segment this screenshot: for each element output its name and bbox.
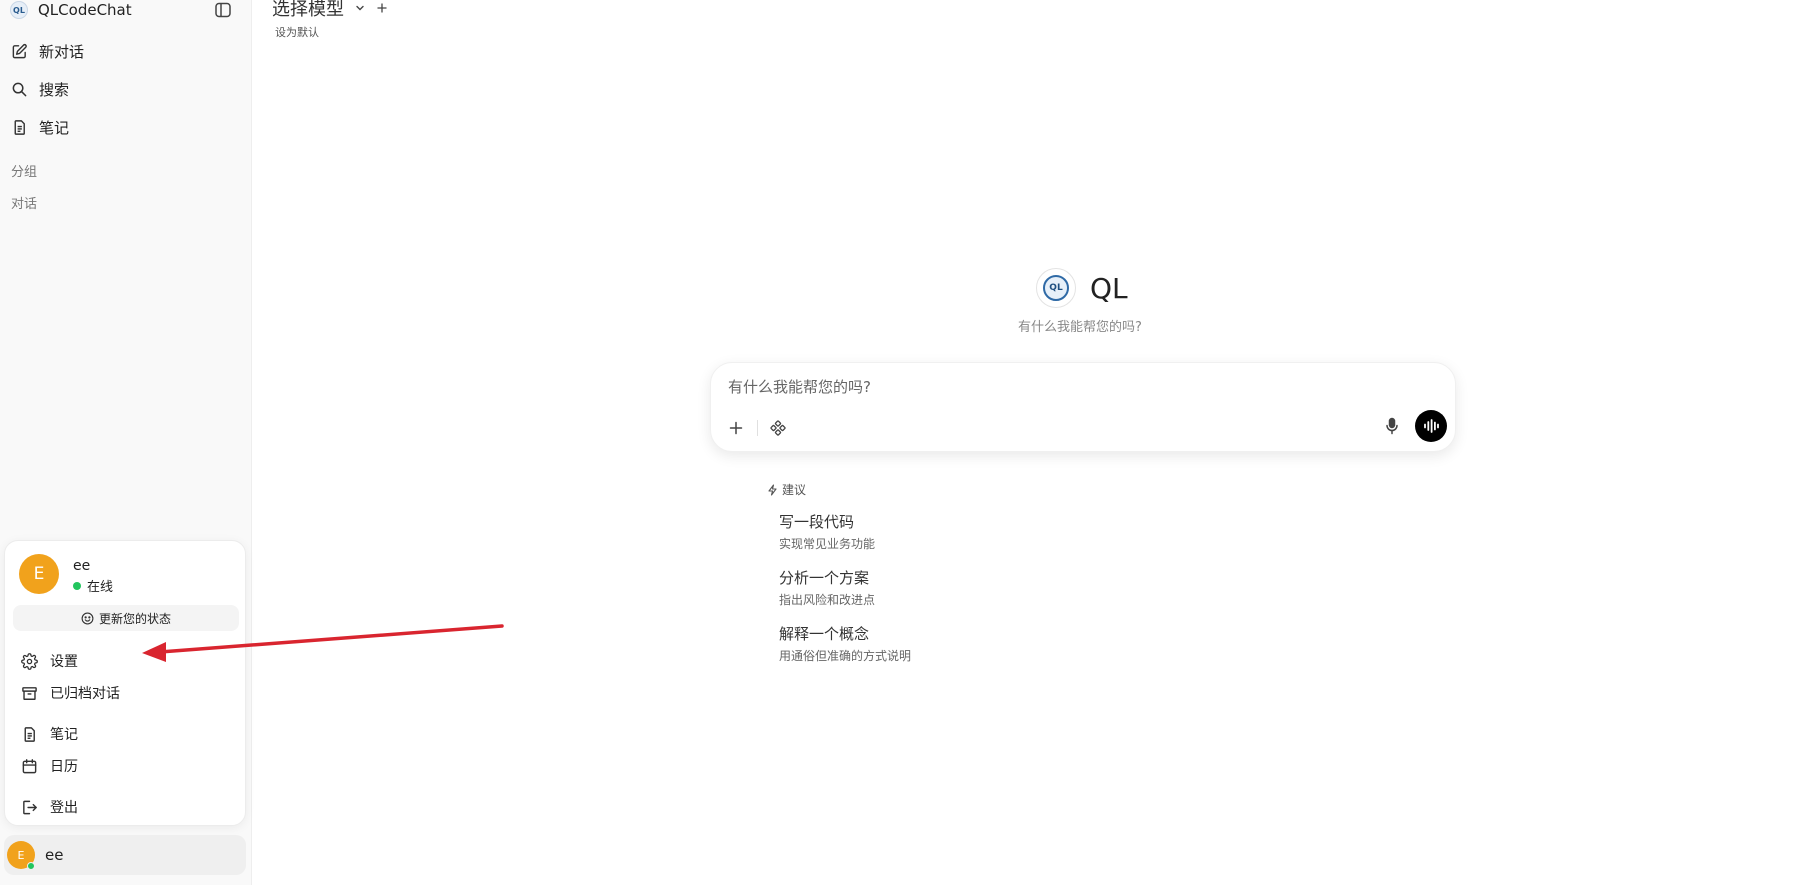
menu-item-archived-chats[interactable]: 已归档对话 [20,682,120,704]
section-chats[interactable]: 对话 [11,193,37,212]
user-status-label: 在线 [87,580,114,595]
sidebar-toggle-button[interactable] [212,0,234,20]
suggestion-desc: 实现常见业务功能 [779,537,876,551]
sidebar-item-search[interactable]: 搜索 [10,76,69,102]
suggestion-item[interactable]: 分析一个方案 指出风险和改进点 [779,567,875,608]
suggestions-header-label: 建议 [782,483,807,497]
update-status-label: 更新您的状态 [98,611,171,626]
menu-item-label: 笔记 [50,727,78,743]
search-icon [10,80,28,98]
model-logo-icon: QL [1036,268,1076,308]
sidebar-item-label: 笔记 [39,118,70,137]
lightning-icon [768,483,777,496]
section-groups[interactable]: 分组 [11,161,37,180]
menu-item-label: 登出 [50,800,78,816]
sidebar-item-notes[interactable]: 笔记 [10,114,69,140]
brand[interactable]: QL QLCodeChat [10,0,132,20]
set-default-button[interactable]: 设为默认 [275,24,319,40]
suggestion-title: 解释一个概念 [779,625,870,643]
sidebar-item-label: 新对话 [39,42,85,61]
user-status: 在线 [73,576,113,595]
plus-icon [729,421,743,435]
model-selector[interactable]: 选择模型 [272,0,388,20]
user-name: ee [45,846,64,864]
avatar: E [19,554,59,594]
waveform-icon [1424,419,1439,433]
tools-button[interactable] [765,415,791,441]
smiley-icon [81,612,94,624]
user-name: ee [73,558,91,574]
composer [710,362,1456,452]
menu-item-label: 已归档对话 [50,686,120,702]
sidebar-item-label: 搜索 [39,80,70,99]
online-dot-icon [73,581,81,590]
update-status-button[interactable]: 更新您的状态 [13,605,239,631]
notes-icon [10,118,28,136]
hero: QL QL [1036,268,1128,308]
calendar-icon [20,757,38,775]
archive-icon [20,684,38,702]
menu-item-notes[interactable]: 笔记 [20,723,78,745]
add-model-icon[interactable] [376,2,388,14]
sidebar-item-new-chat[interactable]: 新对话 [10,38,84,64]
suggestion-title: 分析一个方案 [779,569,870,587]
ql-logo-icon: QL [1043,275,1069,301]
menu-item-label: 设置 [50,654,78,670]
hero-subtitle: 有什么我能帮您的吗? [1018,320,1142,335]
sidebar-panel-icon [215,2,231,18]
voice-mode-button[interactable] [1415,410,1447,442]
user-bar[interactable]: E ee [4,835,246,875]
user-menu: E ee 在线 更新您的状态 设置 已归档对话 笔记 日历 登出 [4,540,246,826]
edit-icon [10,42,28,60]
chat-input[interactable] [728,374,1228,400]
online-dot-icon [27,862,35,870]
chevron-down-icon [356,5,364,11]
app-logo-icon: QL [10,1,28,19]
sidebar: QL QLCodeChat 新对话 搜索 笔记 分组 对话 E ee 在线 更新… [0,0,252,885]
app-name: QLCodeChat [38,1,132,19]
menu-item-calendar[interactable]: 日历 [20,755,78,777]
microphone-icon [1386,417,1398,435]
menu-item-logout[interactable]: 登出 [20,796,78,818]
attach-button[interactable] [723,415,749,441]
logout-icon [20,798,38,816]
model-name: QL [1090,271,1128,305]
suggestion-desc: 指出风险和改进点 [779,593,876,607]
suggestions-header: 建议 [767,481,806,498]
menu-item-settings[interactable]: 设置 [20,650,78,672]
tools-icon [770,420,786,436]
suggestion-title: 写一段代码 [779,513,855,531]
suggestion-desc: 用通俗但准确的方式说明 [779,649,912,663]
suggestion-item[interactable]: 写一段代码 实现常见业务功能 [779,511,875,552]
toolbar-divider [757,420,758,436]
menu-item-label: 日历 [50,759,78,775]
suggestion-item[interactable]: 解释一个概念 用通俗但准确的方式说明 [779,623,911,664]
microphone-button[interactable] [1379,413,1405,439]
gear-icon [20,652,38,670]
model-selector-label: 选择模型 [272,0,344,20]
notes-icon [20,725,38,743]
